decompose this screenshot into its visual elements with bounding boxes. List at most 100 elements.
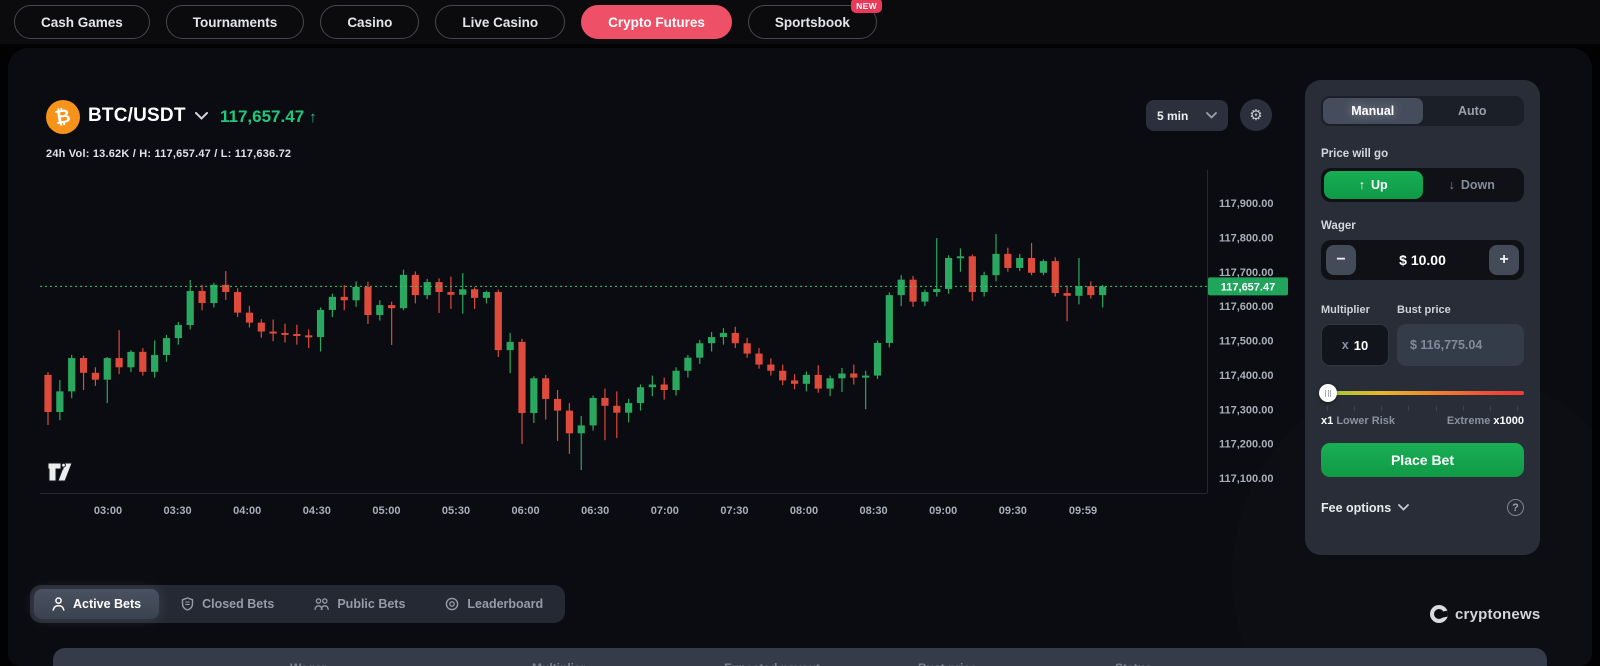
nav-crypto-futures[interactable]: Crypto Futures xyxy=(581,5,732,39)
svg-text:117,700.00: 117,700.00 xyxy=(1219,267,1273,279)
svg-text:05:30: 05:30 xyxy=(442,505,470,517)
svg-text:117,300.00: 117,300.00 xyxy=(1219,404,1273,416)
up-label: Up xyxy=(1371,178,1388,192)
pair-selector[interactable]: BTC/USDT xyxy=(88,105,208,127)
tab-public-bets[interactable]: Public Bets xyxy=(296,589,423,619)
svg-text:07:30: 07:30 xyxy=(720,505,748,517)
nav-label: Live Casino xyxy=(462,14,539,30)
settings-gear-icon[interactable]: ⚙ xyxy=(1240,99,1272,131)
pair-name: BTC/USDT xyxy=(88,105,186,126)
medal-icon xyxy=(446,597,459,611)
multiplier-value: 10 xyxy=(1353,337,1369,353)
svg-text:05:00: 05:00 xyxy=(372,505,400,517)
cryptonews-watermark: cryptonews xyxy=(1430,605,1540,623)
down-arrow-icon: ↓ xyxy=(1448,178,1455,192)
current-price-header: 117,657.47 ↑ xyxy=(220,107,317,127)
svg-text:09:00: 09:00 xyxy=(929,505,957,517)
up-button[interactable]: ↑ Up xyxy=(1324,171,1423,199)
svg-text:03:30: 03:30 xyxy=(164,505,192,517)
nav-cash-games[interactable]: Cash Games xyxy=(14,5,150,39)
new-badge: NEW xyxy=(851,0,882,13)
nav-sportsbook[interactable]: Sportsbook NEW xyxy=(747,0,882,39)
person-icon xyxy=(52,597,65,611)
bitcoin-icon: ₿ xyxy=(45,99,81,135)
peek-column: Multiplier xyxy=(532,661,585,666)
risk-max-mult: x1000 xyxy=(1493,415,1524,427)
bust-price-value: $ 116,775.04 xyxy=(1410,338,1483,352)
nav-casino[interactable]: Casino xyxy=(320,5,420,39)
tab-manual-label: Manual xyxy=(1351,104,1395,118)
tradingview-logo xyxy=(47,462,73,482)
multiplier-input[interactable]: x 10 xyxy=(1321,324,1389,366)
tab-label: Public Bets xyxy=(337,597,406,611)
nav-live-casino[interactable]: Live Casino xyxy=(435,5,566,39)
place-bet-button[interactable]: Place Bet xyxy=(1321,443,1524,477)
chevron-down-icon xyxy=(1206,112,1217,119)
wager-input[interactable]: − $ 10.00 + xyxy=(1321,240,1524,280)
svg-text:04:30: 04:30 xyxy=(303,505,331,517)
tab-label: Leaderboard xyxy=(467,597,544,611)
svg-text:117,657.47: 117,657.47 xyxy=(1221,281,1275,293)
tab-auto[interactable]: Auto xyxy=(1423,98,1523,124)
svg-text:117,500.00: 117,500.00 xyxy=(1219,336,1273,348)
svg-text:117,900.00: 117,900.00 xyxy=(1219,198,1273,210)
tab-leaderboard[interactable]: Leaderboard xyxy=(427,589,561,619)
risk-slider-ticks xyxy=(1321,406,1524,411)
mode-tabs: Manual Auto xyxy=(1321,96,1524,126)
svg-text:117,800.00: 117,800.00 xyxy=(1219,232,1273,244)
tab-label: Active Bets xyxy=(73,597,142,611)
fee-options-label: Fee options xyxy=(1321,500,1392,515)
svg-text:03:00: 03:00 xyxy=(94,505,122,517)
wager-plus-button[interactable]: + xyxy=(1489,245,1519,275)
bet-panel: Manual Auto Price will go ↑ Up ↓ Down Wa… xyxy=(1305,80,1540,555)
chevron-down-icon xyxy=(194,112,208,120)
price-value: 117,657.47 xyxy=(220,107,305,126)
peek-column: Bust price xyxy=(918,661,977,666)
nav-label: Cash Games xyxy=(41,14,123,30)
price-up-arrow-icon: ↑ xyxy=(309,108,317,126)
risk-slider-knob[interactable] xyxy=(1319,384,1337,402)
svg-text:117,400.00: 117,400.00 xyxy=(1219,370,1273,382)
direction-toggle: ↑ Up ↓ Down xyxy=(1321,168,1524,202)
risk-slider[interactable] xyxy=(1319,384,1524,402)
interval-dropdown[interactable]: 5 min xyxy=(1146,100,1228,131)
peek-column: Status xyxy=(1115,661,1152,666)
risk-labels: x1 Lower Risk Extreme x1000 xyxy=(1321,415,1524,427)
down-button[interactable]: ↓ Down xyxy=(1423,171,1522,199)
down-label: Down xyxy=(1460,178,1495,192)
bust-price-label: Bust price xyxy=(1397,304,1451,316)
candlestick-chart[interactable]: 117,900.00 117,800.00 117,700.00 117,600.00… xyxy=(40,170,1290,522)
nav-label: Tournaments xyxy=(192,14,278,30)
nav-tournaments[interactable]: Tournaments xyxy=(165,5,305,39)
bust-price-field: $ 116,775.04 xyxy=(1397,324,1524,366)
main-surface: ₿ BTC/USDT 117,657.47 ↑ 24h Vol: 13.62K … xyxy=(8,48,1592,666)
tab-manual[interactable]: Manual xyxy=(1323,98,1423,124)
bets-tabs: Active Bets Closed Bets Public Bets Lead… xyxy=(30,585,566,623)
chevron-down-icon xyxy=(1398,504,1410,511)
shield-icon xyxy=(181,597,194,611)
wager-value[interactable]: $ 10.00 xyxy=(1356,252,1489,268)
risk-slider-track[interactable] xyxy=(1321,391,1524,395)
wager-minus-button[interactable]: − xyxy=(1326,245,1356,275)
peek-column: Expected payout xyxy=(724,661,820,666)
risk-min-mult: x1 xyxy=(1321,415,1334,427)
help-icon[interactable]: ? xyxy=(1507,499,1524,516)
tab-label: Closed Bets xyxy=(202,597,275,611)
risk-min-label: Lower Risk xyxy=(1336,415,1395,427)
watermark-text: cryptonews xyxy=(1455,605,1541,623)
people-icon xyxy=(314,598,330,611)
svg-text:08:30: 08:30 xyxy=(860,505,888,517)
market-stats: 24h Vol: 13.62K / H: 117,657.47 / L: 117… xyxy=(46,148,292,160)
nav-label: Crypto Futures xyxy=(608,14,705,30)
svg-text:117,600.00: 117,600.00 xyxy=(1219,301,1273,313)
svg-text:06:00: 06:00 xyxy=(512,505,540,517)
svg-text:06:30: 06:30 xyxy=(581,505,609,517)
svg-text:04:00: 04:00 xyxy=(233,505,261,517)
tab-active-bets[interactable]: Active Bets xyxy=(34,589,160,619)
nav-label: Casino xyxy=(347,14,393,30)
tab-closed-bets[interactable]: Closed Bets xyxy=(163,589,292,619)
multiplier-label: Multiplier xyxy=(1321,304,1370,316)
cryptonews-logo-icon xyxy=(1430,605,1448,623)
direction-label: Price will go xyxy=(1321,148,1389,160)
fee-options-toggle[interactable]: Fee options xyxy=(1321,500,1410,515)
